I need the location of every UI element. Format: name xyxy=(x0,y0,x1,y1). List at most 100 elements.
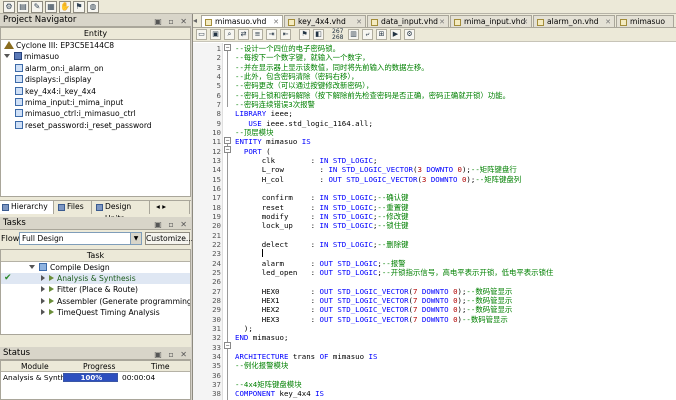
line-number: 29 xyxy=(212,305,221,315)
open-file-icon[interactable]: ▭ xyxy=(196,29,207,40)
left-panel: Project Navigator ▣ ▫ ✕ Entity Cyclone I… xyxy=(0,14,193,400)
code-text: --例化报警模块 xyxy=(235,361,289,371)
code-text: --4x4矩阵键盘模块 xyxy=(235,379,302,389)
insert-template-icon[interactable]: ⊞ xyxy=(376,29,387,40)
flag-button[interactable]: ⚑ xyxy=(73,1,85,13)
line-number: 19 xyxy=(212,211,221,221)
code-text: PORT ( xyxy=(243,146,271,156)
close-icon[interactable]: ✕ xyxy=(522,16,528,27)
tasks-window-controls[interactable]: ▣ ▫ ✕ xyxy=(154,218,189,231)
device-row[interactable]: Cyclone III: EP3C5E144C8 xyxy=(1,40,190,51)
doc-button[interactable]: ▤ xyxy=(17,1,29,13)
tab-files[interactable]: Files xyxy=(56,201,92,214)
code-editor[interactable]: − − − − 1 --设计一个四位的电子密码锁。 2 --每按下一个数字键，就输入一… xyxy=(193,43,676,400)
editor-tabs: ◂ mimasuo.vhd ✕ key_4x4.vhd ✕ data_input.vhd ✕… xyxy=(193,14,676,28)
text-cursor xyxy=(261,249,263,258)
expand-arrow-icon[interactable] xyxy=(4,54,10,59)
code-line: 8 LIBRARY ieee; xyxy=(193,109,676,118)
project-navigator-title-bar: Project Navigator ▣ ▫ ✕ xyxy=(0,14,191,27)
code-line: 27 HEX0 : OUT STD_LOGIC_VECTOR(7 DOWNTO … xyxy=(193,287,676,296)
code-line: 29 HEX2 : OUT STD_LOGIC_VECTOR(7 DOWNTO … xyxy=(193,305,676,314)
status-time: 00:00:04 xyxy=(122,373,156,382)
progress-text: 100% xyxy=(80,374,103,382)
close-icon[interactable]: ✕ xyxy=(439,16,445,27)
line-number: 3 xyxy=(216,62,221,72)
instance-row[interactable]: mimasuo_ctrl:i_mimasuo_ctrl xyxy=(1,108,190,119)
top-entity-label: mimasuo xyxy=(24,52,59,62)
bookmark-icon[interactable]: ⚑ xyxy=(299,29,310,40)
line-number: 15 xyxy=(212,174,221,184)
tab-scroll-left-icon[interactable]: ◂ xyxy=(193,16,197,25)
hand-button[interactable]: ✋ xyxy=(59,1,71,13)
outdent-icon[interactable]: ⇤ xyxy=(280,29,291,40)
close-icon[interactable]: ✕ xyxy=(273,16,279,27)
flow-select[interactable]: Full Design ▼ xyxy=(19,232,142,245)
chevron-down-icon[interactable]: ▼ xyxy=(130,233,141,244)
expand-arrow-icon[interactable] xyxy=(41,308,45,315)
indent-icon[interactable]: ⇥ xyxy=(266,29,277,40)
comment-icon[interactable]: ≡ xyxy=(252,29,263,40)
time-column-header: Time xyxy=(151,362,170,371)
code-text: reset : IN STD_LOGIC;--重置键 xyxy=(235,202,409,212)
instance-row[interactable]: key_4x4:i_key_4x4 xyxy=(1,86,190,97)
expand-arrow-icon[interactable] xyxy=(41,275,45,282)
code-text: --每按下一个数字键，就输入一个数字， xyxy=(235,53,370,63)
block-icon[interactable]: ▥ xyxy=(348,29,359,40)
close-icon[interactable]: ✕ xyxy=(605,16,611,27)
close-icon[interactable]: ✕ xyxy=(356,16,362,27)
instance-row[interactable]: displays:i_display xyxy=(1,74,190,85)
compile-file-icon[interactable]: ▶ xyxy=(390,29,401,40)
wrap-icon[interactable]: ⤶ xyxy=(362,29,373,40)
code-line: 5 --密码更改（可以通过按键修改新密码）， xyxy=(193,81,676,90)
instance-row[interactable]: reset_password:i_reset_password xyxy=(1,120,190,131)
expand-arrow-icon[interactable] xyxy=(41,286,45,293)
task-row[interactable]: Compile Design xyxy=(1,262,190,273)
editor-tab-label: mima_input.vhd xyxy=(464,17,526,26)
module-column-header: Module xyxy=(21,362,49,371)
grid-button[interactable]: ▦ xyxy=(45,1,57,13)
settings-icon[interactable]: ⚙ xyxy=(404,29,415,40)
editor-tab[interactable]: mimasuo.vhd ✕ xyxy=(201,15,283,27)
instance-row[interactable]: alarm_on:i_alarm_on xyxy=(1,63,190,74)
expand-arrow-icon[interactable] xyxy=(29,265,35,269)
code-text: END mimasuo; xyxy=(235,333,289,343)
line-number: 26 xyxy=(212,277,221,287)
toggle-icon[interactable]: ◧ xyxy=(313,29,324,40)
task-row[interactable]: Fitter (Place & Route) xyxy=(1,284,190,295)
hand-icon: ✋ xyxy=(60,2,70,11)
line-number: 38 xyxy=(212,389,221,399)
customize-button[interactable]: Customize... xyxy=(145,232,193,245)
line-number: 31 xyxy=(212,323,221,333)
save-icon[interactable]: ▣ xyxy=(210,29,221,40)
editor-tab[interactable]: mimasuo xyxy=(616,15,674,27)
task-row[interactable]: ✔ Analysis & Synthesis xyxy=(1,273,190,285)
editor-tab[interactable]: data_input.vhd ✕ xyxy=(367,15,449,27)
expand-arrow-icon[interactable] xyxy=(41,297,45,304)
task-label: Assembler (Generate programming files) xyxy=(57,296,191,306)
tab-hierarchy[interactable]: Hierarchy xyxy=(0,201,54,214)
instance-label: displays:i_display xyxy=(25,75,92,85)
editor-pane: ◂ mimasuo.vhd ✕ key_4x4.vhd ✕ data_input.vhd ✕… xyxy=(192,14,676,400)
code-text: alarm : OUT STD_LOGIC;--报警 xyxy=(235,258,406,268)
tab-scroll-arrows[interactable]: ◂ ▸ xyxy=(152,201,190,214)
tab-design-units[interactable]: Design Units xyxy=(94,201,150,223)
task-row[interactable]: TimeQuest Timing Analysis xyxy=(1,307,190,318)
entity-icon xyxy=(15,120,23,129)
instance-row[interactable]: mima_input:i_mima_input xyxy=(1,97,190,108)
entity-icon xyxy=(15,63,23,72)
task-row[interactable]: Assembler (Generate programming files) xyxy=(1,296,190,307)
editor-tab[interactable]: key_4x4.vhd ✕ xyxy=(284,15,366,27)
find-icon[interactable]: ⌕ xyxy=(224,29,235,40)
globe-button[interactable]: ◍ xyxy=(87,1,99,13)
note-button[interactable]: ✎ xyxy=(31,1,43,13)
code-text: HEX2 : OUT STD_LOGIC_VECTOR(7 DOWNTO 0);… xyxy=(235,305,513,315)
replace-icon[interactable]: ⇄ xyxy=(238,29,249,40)
editor-tab[interactable]: alarm_on.vhd ✕ xyxy=(533,15,615,27)
line-number: 21 xyxy=(212,230,221,240)
instance-label: key_4x4:i_key_4x4 xyxy=(25,86,96,96)
task-column-header: Task xyxy=(1,250,190,262)
code-line: 28 HEX1 : OUT STD_LOGIC_VECTOR(7 DOWNTO … xyxy=(193,296,676,305)
gear-button[interactable]: ⚙ xyxy=(3,1,15,13)
top-entity-row[interactable]: mimasuo xyxy=(1,51,190,62)
editor-tab[interactable]: mima_input.vhd ✕ xyxy=(450,15,532,27)
